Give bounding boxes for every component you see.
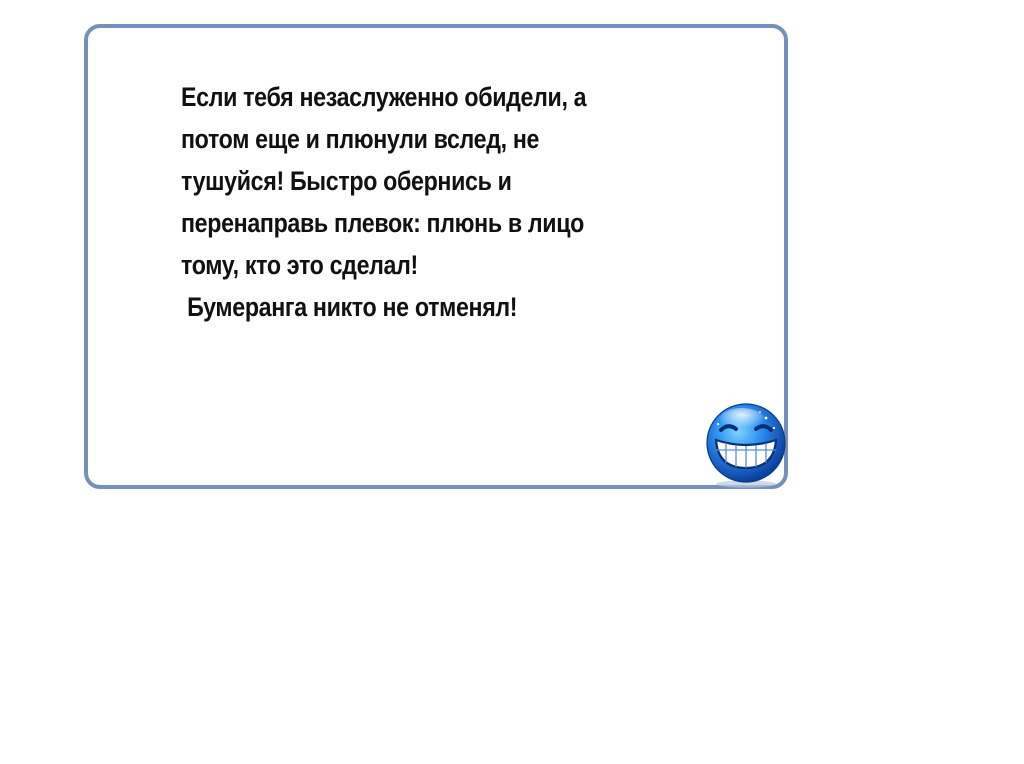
quote-line-3: тушуйся! Быстро обернись и — [181, 166, 512, 196]
smiley-sparkle-3 — [716, 422, 720, 426]
quote-line-2: потом еще и плюнули вслед, не — [181, 124, 540, 154]
quote-line-1: Если тебя незаслуженно обидели, а — [181, 82, 587, 112]
smiley-sparkle-4 — [759, 411, 761, 413]
quote-line-6: Бумеранга никто не отменял! — [181, 292, 518, 322]
quote-text: Если тебя незаслуженно обидели, а потом … — [181, 76, 663, 328]
smiley-sparkle-1 — [764, 416, 768, 420]
smiley-sparkle-2 — [772, 426, 776, 430]
quote-card: Если тебя незаслуженно обидели, а потом … — [84, 24, 788, 489]
grinning-smiley-icon — [706, 403, 786, 488]
quote-line-5: тому, кто это сделал! — [181, 250, 418, 280]
quote-line-4: перенаправь плевок: плюнь в лицо — [181, 208, 585, 238]
